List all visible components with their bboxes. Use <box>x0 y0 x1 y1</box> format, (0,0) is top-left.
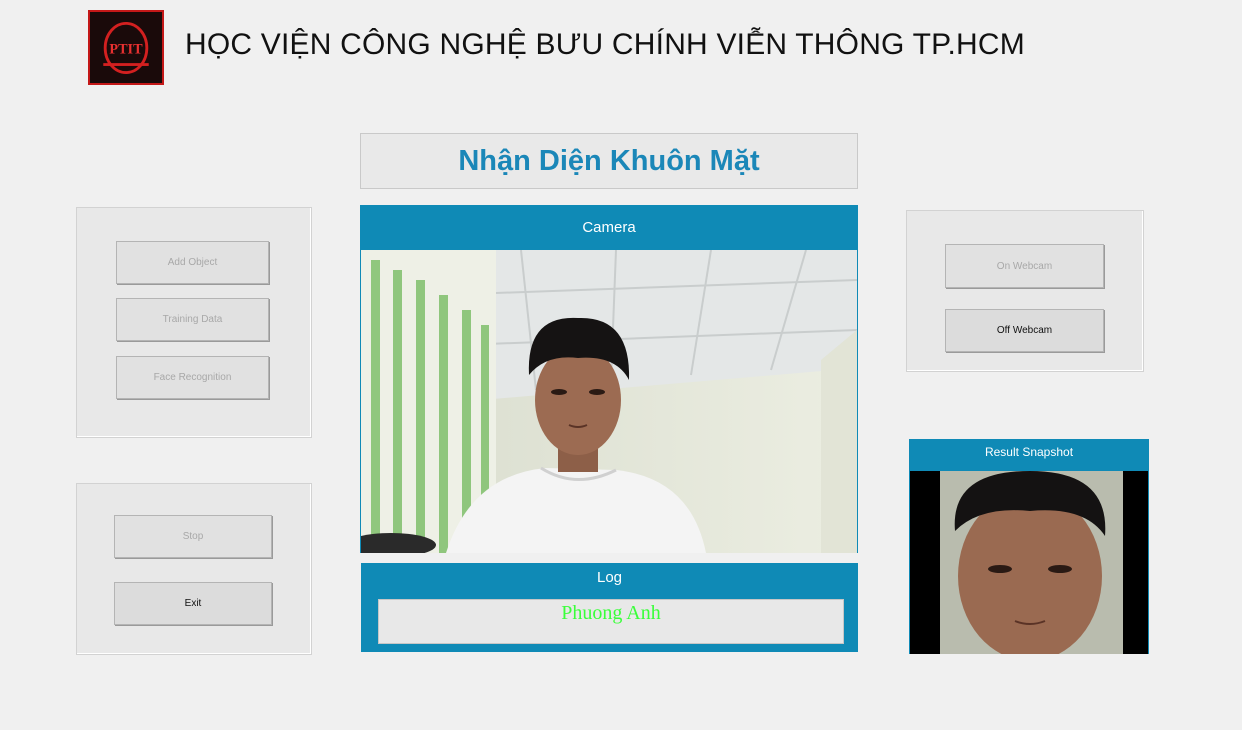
webcam-panel: On Webcam Off Webcam <box>906 210 1144 372</box>
ptit-logo-icon: PTIT <box>90 12 162 83</box>
on-webcam-button[interactable]: On Webcam <box>945 244 1104 288</box>
snapshot-label: Result Snapshot <box>984 445 1074 459</box>
ptit-logo: PTIT <box>88 10 164 85</box>
camera-feed <box>361 250 857 553</box>
actions-panel: Add Object Training Data Face Recognitio… <box>76 207 312 438</box>
svg-text:PTIT: PTIT <box>109 42 143 58</box>
add-object-button[interactable]: Add Object <box>116 241 269 284</box>
snapshot-panel: Result Snapshot <box>909 439 1149 654</box>
exit-button[interactable]: Exit <box>114 582 272 625</box>
control-panel: Stop Exit <box>76 483 312 655</box>
log-panel: Log Phuong Anh <box>361 563 858 652</box>
log-label: Log <box>596 569 623 586</box>
face-recognition-button[interactable]: Face Recognition <box>116 356 269 399</box>
bottom-strip <box>0 730 1242 737</box>
camera-label: Camera <box>582 219 636 236</box>
log-output: Phuong Anh <box>378 599 844 644</box>
stop-button[interactable]: Stop <box>114 515 272 558</box>
training-data-button[interactable]: Training Data <box>116 298 269 341</box>
camera-image <box>361 250 857 553</box>
face-snapshot <box>910 471 1148 654</box>
app-title: Nhận Diện Khuôn Mặt <box>360 133 858 189</box>
snapshot-image <box>910 471 1148 654</box>
off-webcam-button[interactable]: Off Webcam <box>945 309 1104 352</box>
camera-panel: Camera <box>360 205 858 553</box>
institute-title: HỌC VIỆN CÔNG NGHỆ BƯU CHÍNH VIỄN THÔNG … <box>185 28 1025 61</box>
